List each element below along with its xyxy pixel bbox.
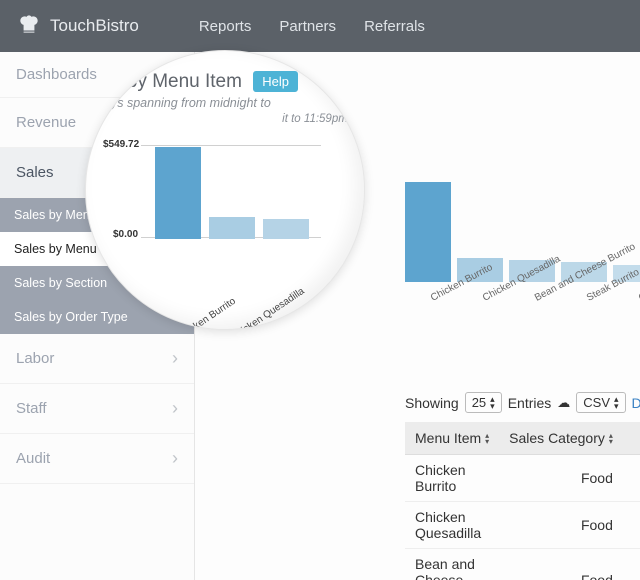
sort-icon: ▴▾ (485, 433, 489, 445)
page-subtitle-fragment: ys spanning from midnight to (111, 96, 351, 110)
sort-icon: ▴▾ (609, 433, 613, 445)
page-subtitle2-fragment: it to 11:59pm. (111, 113, 351, 125)
nav-reports[interactable]: Reports (199, 18, 252, 35)
magnifier-lens: e by Menu Item Help ys spanning from mid… (85, 50, 365, 330)
col-menu-item[interactable]: Menu Item▴▾ (405, 422, 499, 455)
showing-row: Showing 25 ▴▾ Entries ☁ CSV ▴▾ Download (405, 392, 640, 413)
nav-partners[interactable]: Partners (279, 18, 336, 35)
bar (209, 217, 255, 239)
cell-sales-category: Food (499, 549, 640, 580)
help-button[interactable]: Help (253, 71, 298, 92)
table-row[interactable]: Chicken QuesadillaFoodC (405, 502, 640, 549)
table-row[interactable]: Bean and Cheese BurritoFood (405, 549, 640, 580)
chevron-right-icon: › (172, 398, 178, 419)
y-axis-top-label: $549.72 (103, 139, 139, 150)
bar (155, 147, 201, 239)
cell-menu-item: Chicken Burrito (405, 455, 499, 502)
sales-table: Menu Item▴▾ Sales Category▴▾ Menu C Chic… (405, 422, 640, 580)
entries-label: Entries (508, 395, 552, 411)
table-row[interactable]: Chicken BurritoFood (405, 455, 640, 502)
nav-referrals[interactable]: Referrals (364, 18, 425, 35)
cell-sales-category: Food (499, 502, 640, 549)
cell-menu-item: Bean and Cheese Burrito (405, 549, 499, 580)
bar (263, 219, 309, 239)
sidebar-staff[interactable]: Staff› (0, 384, 194, 434)
sales-bar-chart: Chicken BurritoChicken QuesadillaBean an… (405, 182, 640, 322)
cell-sales-category: Food (499, 455, 640, 502)
updown-icon: ▴▾ (490, 396, 495, 410)
export-format-select[interactable]: CSV ▴▾ (576, 392, 625, 413)
page-size-select[interactable]: 25 ▴▾ (465, 392, 502, 413)
cloud-download-icon: ☁ (557, 395, 570, 411)
bar (405, 182, 451, 282)
page-title-fragment: e by Menu Item Help (111, 71, 351, 93)
chef-hat-icon (16, 11, 42, 42)
magnified-bar-chart: $549.72 $0.00 Chicken BurritoChicken Que… (111, 139, 351, 279)
col-sales-category[interactable]: Sales Category▴▾ (499, 422, 640, 455)
sidebar-audit[interactable]: Audit› (0, 434, 194, 484)
brand: TouchBistro (16, 11, 139, 42)
chevron-right-icon: › (172, 448, 178, 469)
sidebar-labor[interactable]: Labor› (0, 334, 194, 384)
chevron-right-icon: › (172, 348, 178, 369)
top-nav: Reports Partners Referrals (199, 18, 425, 35)
cell-menu-item: Chicken Quesadilla (405, 502, 499, 549)
topbar: TouchBistro Reports Partners Referrals (0, 0, 640, 52)
y-axis-bottom-label: $0.00 (113, 229, 138, 240)
updown-icon: ▴▾ (614, 396, 619, 410)
brand-name: TouchBistro (50, 16, 139, 36)
showing-label: Showing (405, 395, 459, 411)
download-link[interactable]: Download (632, 395, 640, 411)
